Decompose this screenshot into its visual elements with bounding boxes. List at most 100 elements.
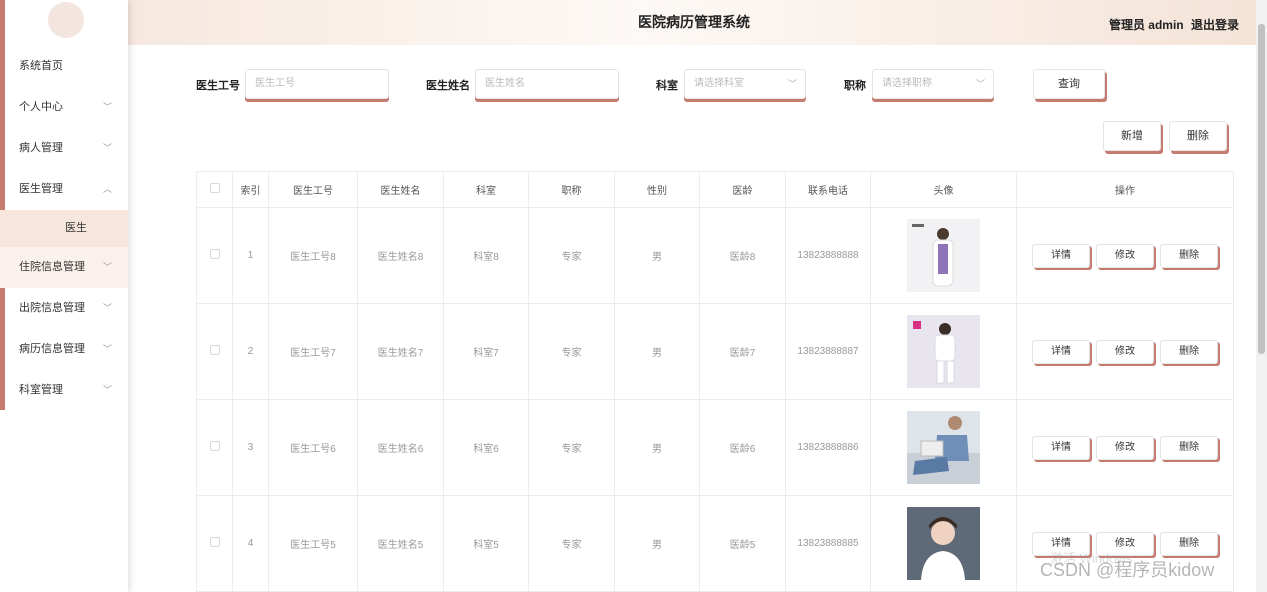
column-header: 医生工号 [268,171,358,208]
sidebar-item-patients[interactable]: 病人管理 ﹀ [0,128,128,169]
edit-button[interactable]: 修改 [1096,435,1154,460]
sidebar-item-label: 病人管理 [19,142,63,154]
cell-index: 1 [232,207,269,304]
edit-button[interactable]: 修改 [1096,339,1154,364]
sidebar: 系统首页 个人中心 ﹀ 病人管理 ﹀ 医生管理 ︿ 医生 住院信息管理 ﹀ 出院… [0,0,128,592]
column-header: 索引 [232,171,269,208]
chevron-down-icon: ﹀ [102,344,112,354]
doctor-photo [907,219,980,292]
bulk-delete-button[interactable]: 删除 [1169,121,1227,151]
doctor-name-placeholder: 医生姓名 [485,78,525,89]
doctor-table: 索引 医生工号 医生姓名 科室 职称 性别 医龄 联系电话 头像 操作 1 医生… [196,171,1234,592]
row-checkbox[interactable] [209,441,220,451]
sidebar-item-departments[interactable]: 科室管理 ﹀ [0,370,128,411]
cell-years: 医龄7 [699,303,786,400]
sidebar-item-label: 系统首页 [19,60,63,72]
cell-actions: 详情 修改 删除 [1016,207,1234,304]
cell-title: 专家 [528,495,615,592]
chevron-down-icon: ﹀ [102,303,112,313]
cell-years: 医龄5 [699,495,786,592]
cell-avatar [870,303,1017,400]
doctor-photo-image [907,315,980,388]
cell-doctor-id: 医生工号8 [268,207,358,304]
cell-avatar [870,495,1017,592]
detail-button[interactable]: 详情 [1032,243,1090,268]
cell-department: 科室8 [443,207,529,304]
sidebar-menu: 系统首页 个人中心 ﹀ 病人管理 ﹀ 医生管理 ︿ 医生 住院信息管理 ﹀ 出院… [0,46,128,411]
table-row: 3 医生工号6 医生姓名6 科室6 专家 男 医龄6 13823888886 详… [196,399,1234,496]
chevron-down-icon: ﹀ [787,79,797,89]
cell-title: 专家 [528,399,615,496]
chevron-up-icon: ︿ [102,184,112,194]
cell-years: 医龄6 [699,399,786,496]
row-checkbox[interactable] [209,537,220,547]
add-button[interactable]: 新增 [1103,121,1161,151]
sidebar-item-inpatient[interactable]: 住院信息管理 ﹀ [0,247,128,288]
cell-actions: 详情 修改 删除 [1016,399,1234,496]
query-button[interactable]: 查询 [1033,69,1105,99]
csdn-watermark: CSDN @程序员kidow [1040,560,1215,580]
cell-doctor-name: 医生姓名6 [357,399,444,496]
top-header: 医院病历管理系统 管理员 admin 退出登录 [128,0,1267,45]
sidebar-subitem-label: 医生 [65,222,87,234]
column-header: 科室 [443,171,529,208]
cell-phone: 13823888886 [785,399,871,496]
detail-button[interactable]: 详情 [1032,339,1090,364]
cell-title: 专家 [528,303,615,400]
app-window: 系统首页 个人中心 ﹀ 病人管理 ﹀ 医生管理 ︿ 医生 住院信息管理 ﹀ 出院… [0,0,1267,592]
title-select[interactable]: 请选择职称 ﹀ [872,69,994,99]
department-select[interactable]: 请选择科室 ﹀ [684,69,806,99]
detail-button[interactable]: 详情 [1032,435,1090,460]
column-header: 联系电话 [785,171,871,208]
scrollbar-thumb[interactable] [1258,24,1265,354]
sidebar-item-discharge[interactable]: 出院信息管理 ﹀ [0,288,128,329]
cell-doctor-id: 医生工号6 [268,399,358,496]
doctor-photo [907,411,980,484]
select-all-checkbox[interactable] [209,183,220,193]
row-checkbox[interactable] [209,249,220,259]
doctor-id-placeholder: 医生工号 [255,78,295,89]
cell-department: 科室7 [443,303,529,400]
delete-button[interactable]: 删除 [1160,243,1218,268]
logout-link[interactable]: 退出登录 [1191,18,1239,32]
title-label: 职称 [844,80,866,92]
vertical-scrollbar[interactable] [1256,0,1267,592]
department-placeholder: 请选择科室 [694,78,744,89]
avatar[interactable] [48,2,84,38]
row-select-cell [196,399,233,496]
chevron-down-icon: ﹀ [102,262,112,272]
cell-gender: 男 [614,207,700,304]
sidebar-item-label: 住院信息管理 [19,261,85,273]
delete-button[interactable]: 删除 [1160,435,1218,460]
sidebar-item-home[interactable]: 系统首页 [0,46,128,87]
chevron-down-icon: ﹀ [975,79,985,89]
cell-doctor-name: 医生姓名7 [357,303,444,400]
cell-title: 专家 [528,207,615,304]
doctor-id-input[interactable]: 医生工号 [245,69,389,99]
delete-button[interactable]: 删除 [1160,339,1218,364]
chevron-down-icon: ﹀ [102,102,112,112]
doctor-name-label: 医生姓名 [426,80,470,92]
user-role-label: 管理员 admin [1108,18,1184,32]
sidebar-item-label: 出院信息管理 [19,302,85,314]
column-header: 职称 [528,171,615,208]
sidebar-item-label: 科室管理 [19,384,63,396]
sidebar-item-profile[interactable]: 个人中心 ﹀ [0,87,128,128]
sidebar-subitem-doctor[interactable]: 医生 [0,210,128,247]
sidebar-item-records[interactable]: 病历信息管理 ﹀ [0,329,128,370]
row-select-cell [196,207,233,304]
cell-gender: 男 [614,495,700,592]
sidebar-item-label: 医生管理 [19,183,63,195]
doctor-name-input[interactable]: 医生姓名 [475,69,619,99]
doctor-photo-image [907,411,980,484]
delete-button[interactable]: 删除 [1160,531,1218,556]
column-header: 性别 [614,171,700,208]
row-checkbox[interactable] [209,345,220,355]
page-title: 医院病历管理系统 [638,14,750,30]
edit-button[interactable]: 修改 [1096,243,1154,268]
sidebar-item-doctors[interactable]: 医生管理 ︿ [0,169,128,210]
table-row: 1 医生工号8 医生姓名8 科室8 专家 男 医龄8 13823888888 详… [196,207,1234,304]
doctor-photo [907,315,980,388]
sidebar-item-label: 病历信息管理 [19,343,85,355]
cell-index: 2 [232,303,269,400]
